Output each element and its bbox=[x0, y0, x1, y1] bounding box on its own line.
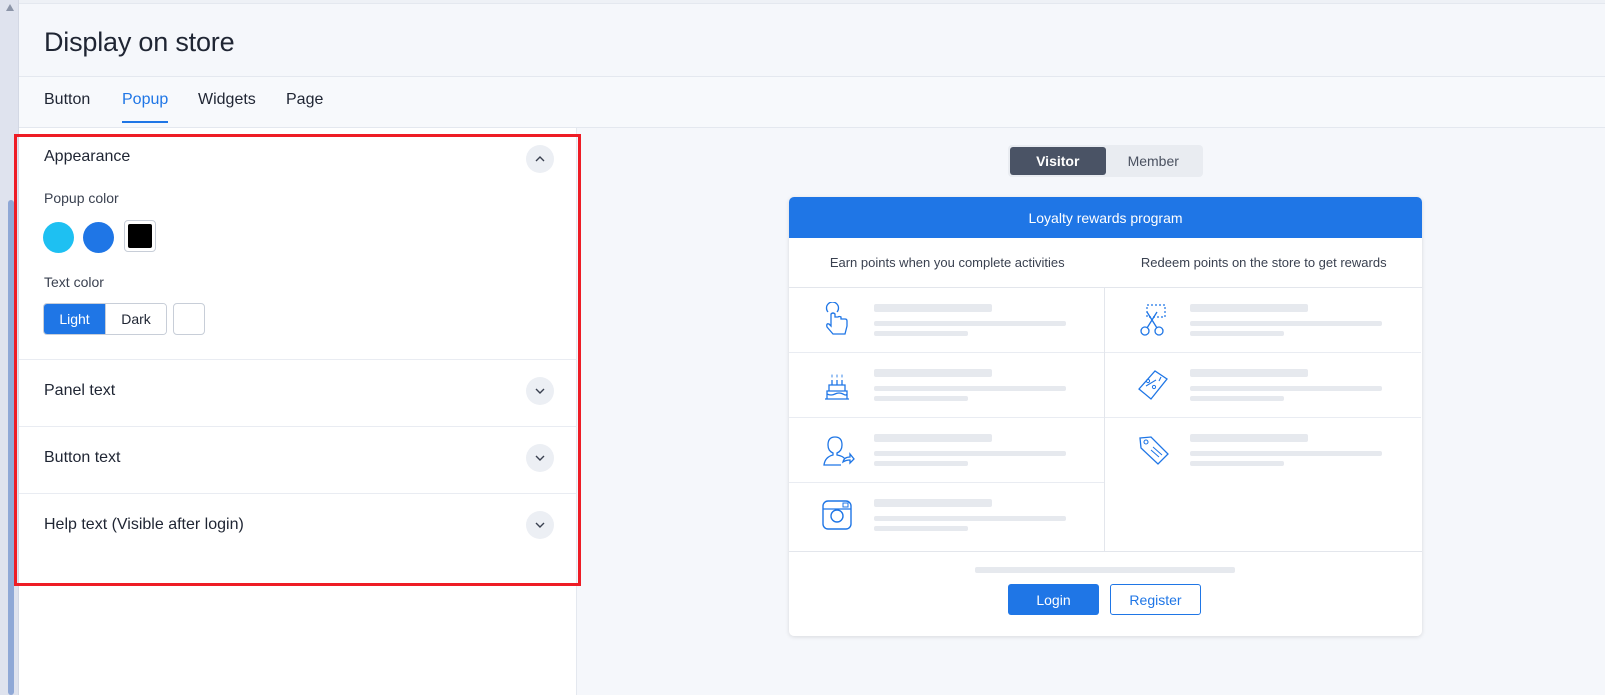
earn-item bbox=[789, 353, 1104, 418]
tab-bar: Button Popup Widgets Page bbox=[19, 76, 1605, 128]
popup-color-swatch-blue[interactable] bbox=[83, 222, 114, 253]
skeleton-line bbox=[1190, 321, 1382, 326]
popup-color-label: Popup color bbox=[44, 190, 119, 206]
appearance-title[interactable]: Appearance bbox=[44, 148, 130, 166]
visitor-member-toggle: Visitor Member bbox=[1008, 145, 1203, 177]
text-color-label: Text color bbox=[44, 274, 104, 290]
popup-preview-card: Loyalty rewards program Earn points when… bbox=[789, 197, 1422, 636]
earn-item bbox=[789, 288, 1104, 353]
skeleton-line bbox=[874, 451, 1066, 456]
collapse-appearance-button[interactable] bbox=[526, 145, 554, 173]
popup-header: Loyalty rewards program bbox=[789, 197, 1422, 238]
chevron-down-icon bbox=[535, 388, 545, 394]
vertical-scrollbar[interactable] bbox=[0, 0, 19, 695]
skeleton-line bbox=[874, 499, 992, 507]
tap-hand-icon bbox=[825, 302, 848, 335]
tab-popup[interactable]: Popup bbox=[122, 91, 169, 123]
earn-heading: Earn points when you complete activities bbox=[829, 255, 1065, 270]
skeleton-line bbox=[1190, 396, 1284, 401]
percent-voucher-icon bbox=[1138, 370, 1168, 400]
top-divider bbox=[19, 0, 1605, 4]
skeleton-line bbox=[874, 396, 968, 401]
skeleton-line bbox=[874, 434, 992, 442]
coupon-scissors-icon bbox=[1140, 304, 1166, 336]
chevron-down-icon bbox=[535, 522, 545, 528]
appearance-section: Appearance Popup color Text color Light … bbox=[19, 128, 576, 360]
text-color-light-button[interactable]: Light bbox=[44, 304, 105, 334]
skeleton-line bbox=[1190, 331, 1284, 336]
popup-color-swatch-black[interactable] bbox=[124, 220, 156, 252]
birthday-cake-icon bbox=[825, 374, 849, 400]
redeem-item bbox=[1105, 288, 1421, 353]
user-share-icon bbox=[823, 436, 855, 466]
text-color-toggle: Light Dark bbox=[43, 303, 167, 335]
panel-text-section: Panel text bbox=[19, 360, 576, 427]
tab-button[interactable]: Button bbox=[44, 91, 90, 121]
popup-column-headings: Earn points when you complete activities… bbox=[789, 238, 1422, 288]
popup-color-swatch-black-fill bbox=[128, 224, 152, 248]
skeleton-line bbox=[874, 526, 968, 531]
redeem-heading: Redeem points on the store to get reward… bbox=[1140, 255, 1387, 270]
popup-footer: Login Register bbox=[789, 551, 1422, 636]
scroll-up-arrow-icon[interactable] bbox=[6, 4, 14, 11]
skeleton-line bbox=[975, 567, 1235, 573]
skeleton-line bbox=[1190, 434, 1308, 442]
expand-panel-text-button[interactable] bbox=[526, 377, 554, 405]
register-button[interactable]: Register bbox=[1110, 584, 1201, 615]
redeem-column bbox=[1105, 288, 1421, 551]
help-text-title: Help text (Visible after login) bbox=[44, 516, 244, 533]
instagram-icon bbox=[822, 500, 852, 530]
button-text-title: Button text bbox=[44, 449, 121, 466]
skeleton-line bbox=[1190, 304, 1308, 312]
chevron-down-icon bbox=[535, 455, 545, 461]
earn-item bbox=[789, 483, 1104, 548]
skeleton-line bbox=[1190, 369, 1308, 377]
settings-panel: Appearance Popup color Text color Light … bbox=[19, 128, 577, 695]
page-title: Display on store bbox=[44, 27, 235, 57]
skeleton-line bbox=[1190, 451, 1382, 456]
expand-help-text-button[interactable] bbox=[526, 511, 554, 539]
login-button[interactable]: Login bbox=[1008, 584, 1099, 615]
earn-item bbox=[789, 418, 1104, 483]
member-toggle-button[interactable]: Member bbox=[1106, 147, 1202, 175]
chevron-up-icon bbox=[535, 156, 545, 162]
text-color-picker[interactable] bbox=[173, 303, 205, 335]
visitor-toggle-button[interactable]: Visitor bbox=[1010, 147, 1106, 175]
skeleton-line bbox=[874, 304, 992, 312]
redeem-item bbox=[1105, 353, 1421, 418]
expand-button-text-button[interactable] bbox=[526, 444, 554, 472]
tab-widgets[interactable]: Widgets bbox=[198, 91, 256, 121]
skeleton-line bbox=[1190, 461, 1284, 466]
skeleton-line bbox=[874, 386, 1066, 391]
text-color-dark-button[interactable]: Dark bbox=[105, 304, 166, 334]
skeleton-line bbox=[874, 369, 992, 377]
panel-text-title: Panel text bbox=[44, 382, 116, 399]
earn-column bbox=[789, 288, 1105, 551]
help-text-section: Help text (Visible after login) bbox=[19, 494, 576, 560]
redeem-item bbox=[1105, 418, 1421, 483]
popup-grid bbox=[789, 288, 1422, 551]
popup-color-swatch-cyan[interactable] bbox=[43, 222, 74, 253]
skeleton-line bbox=[874, 321, 1066, 326]
skeleton-line bbox=[874, 516, 1066, 521]
tab-page[interactable]: Page bbox=[286, 91, 323, 121]
skeleton-line bbox=[874, 331, 968, 336]
skeleton-line bbox=[874, 461, 968, 466]
free-tag-icon bbox=[1139, 436, 1169, 465]
panel-text-header[interactable]: Panel text bbox=[19, 360, 576, 426]
help-text-header[interactable]: Help text (Visible after login) bbox=[19, 494, 576, 560]
button-text-section: Button text bbox=[19, 427, 576, 494]
button-text-header[interactable]: Button text bbox=[19, 427, 576, 493]
skeleton-line bbox=[1190, 386, 1382, 391]
scrollbar-thumb[interactable] bbox=[8, 200, 14, 695]
